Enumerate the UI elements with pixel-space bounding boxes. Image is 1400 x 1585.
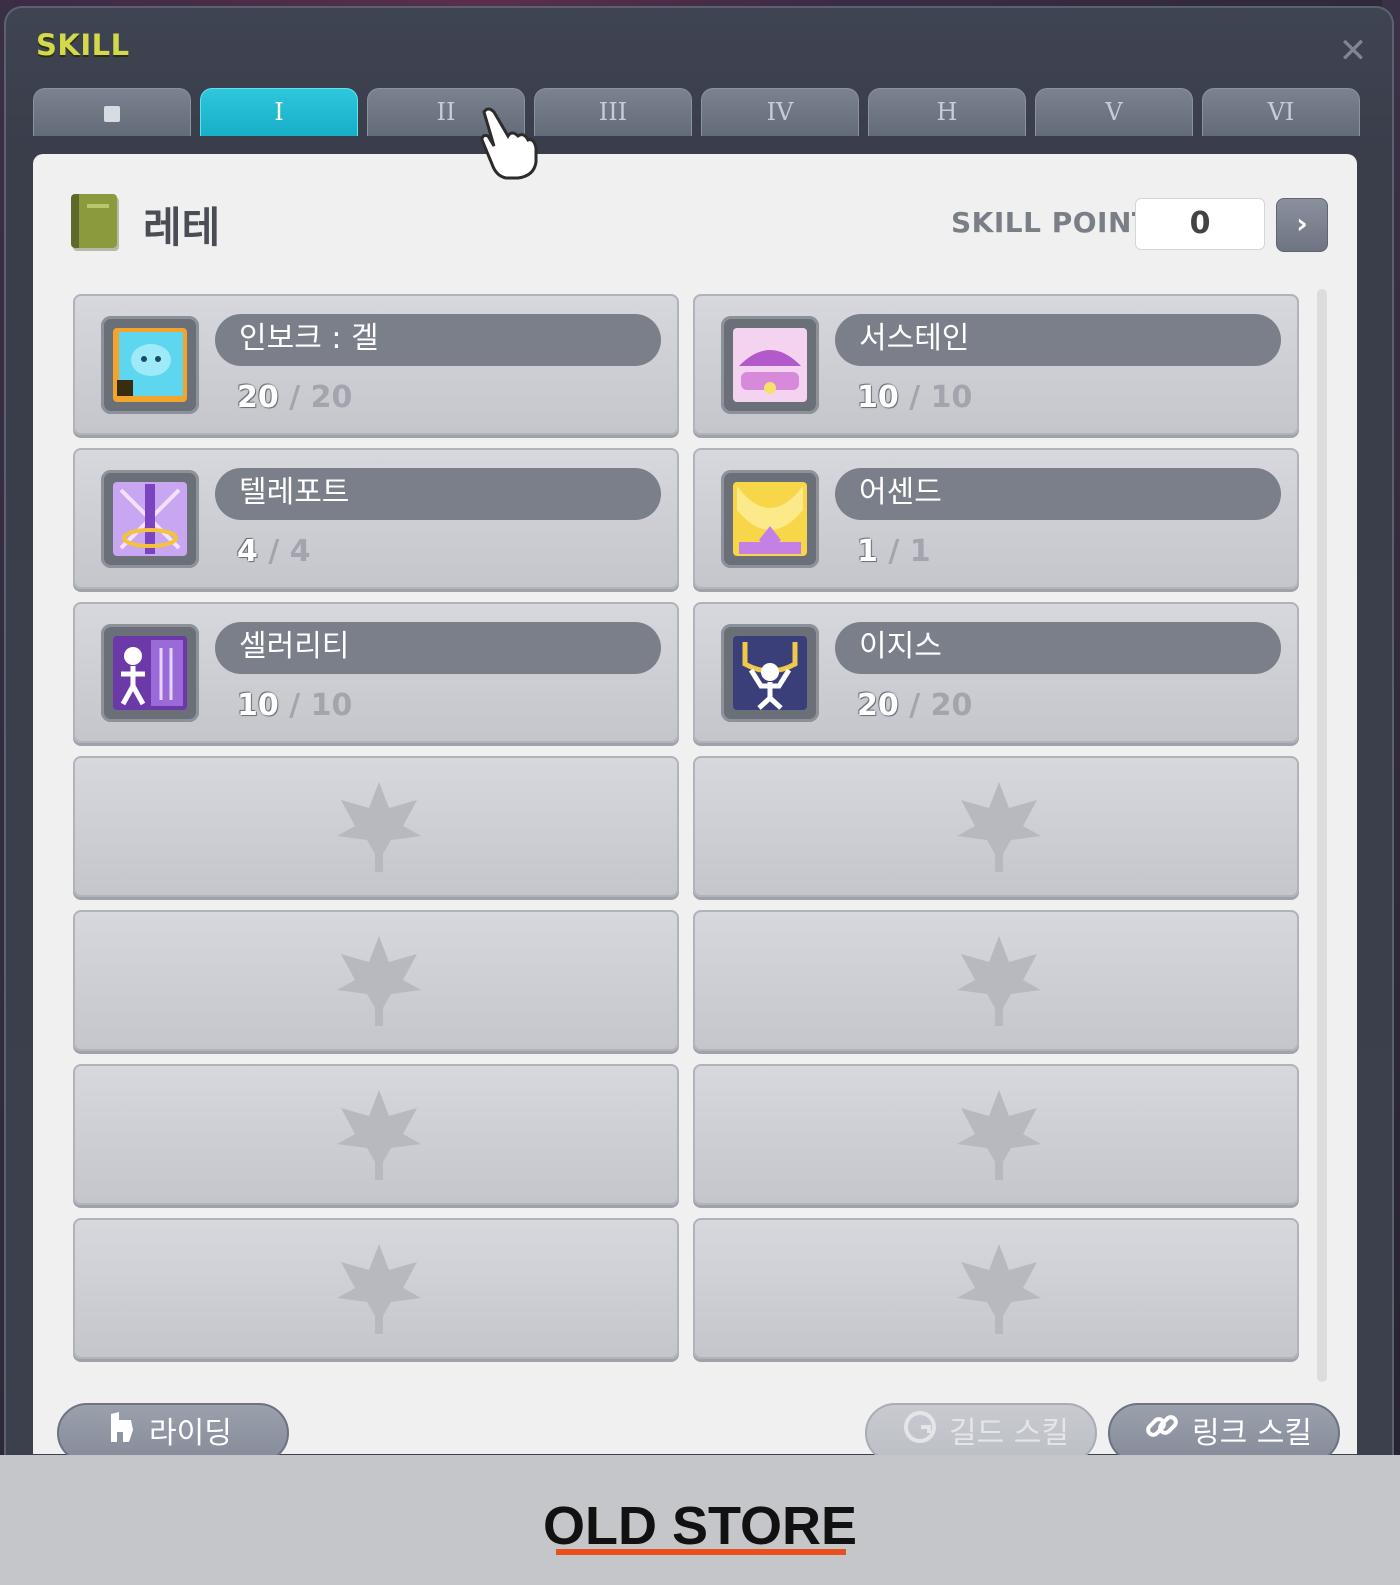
empty-skill-slot — [693, 910, 1299, 1051]
skill-name: 셀러리티 — [215, 622, 661, 674]
empty-skill-slot — [73, 1064, 679, 1205]
store-name: OLD STORE — [542, 1496, 858, 1556]
skill-level: 20 / 20 — [857, 688, 972, 723]
invoke-gel-icon — [101, 316, 199, 414]
skill-level-current: 1 — [857, 534, 878, 569]
tab-1st-job[interactable]: I — [200, 88, 358, 136]
skill-panel: 레테 SKILL POINT 0 › 인보크 : 겔 20 / 20 서스테인 … — [33, 154, 1357, 1463]
link-skill-button[interactable]: 링크 스킬 — [1108, 1403, 1340, 1463]
skill-level-current: 20 — [857, 688, 899, 723]
chevron-right-icon[interactable]: › — [1276, 198, 1328, 252]
skill-slot-celerity[interactable]: 셀러리티 10 / 10 — [73, 602, 679, 743]
empty-skill-slot — [73, 910, 679, 1051]
skill-point-label: SKILL POINT — [951, 206, 1152, 239]
skill-name: 이지스 — [835, 622, 1281, 674]
maple-leaf-icon — [957, 936, 1041, 1026]
pointer-hand-icon — [480, 107, 538, 180]
skill-level-current: 10 — [857, 380, 899, 415]
skill-level-max: / 20 — [289, 380, 353, 415]
skill-level-max: / 1 — [888, 534, 931, 569]
sustain-icon — [721, 316, 819, 414]
scrollbar[interactable] — [1317, 289, 1327, 1382]
skill-point-value: 0 — [1135, 198, 1265, 250]
skill-level-max: / 10 — [909, 380, 973, 415]
skill-level: 20 / 20 — [237, 380, 352, 415]
skill-level-current: 20 — [237, 380, 279, 415]
empty-skill-slot — [73, 1218, 679, 1359]
skill-level-current: 10 — [237, 688, 279, 723]
footer-banner: OLD STORE — [0, 1455, 1400, 1585]
maple-leaf-icon — [337, 1244, 421, 1334]
tab-beginner[interactable] — [33, 88, 191, 136]
maple-leaf-icon — [337, 782, 421, 872]
riding-label: 라이딩 — [149, 1416, 232, 1451]
maple-leaf-icon — [957, 782, 1041, 872]
maple-leaf-icon — [957, 1090, 1041, 1180]
square-icon — [104, 105, 120, 122]
maple-leaf-icon — [957, 1244, 1041, 1334]
skill-name: 어센드 — [835, 468, 1281, 520]
skill-book-icon — [71, 194, 117, 248]
maple-leaf-icon — [337, 1090, 421, 1180]
job-name: 레테 — [143, 203, 221, 252]
empty-skill-slot — [693, 1064, 1299, 1205]
skill-name: 인보크 : 겔 — [215, 314, 661, 366]
tab-4th-job[interactable]: IV — [701, 88, 859, 136]
skill-slot-ascend[interactable]: 어센드 1 / 1 — [693, 448, 1299, 589]
ascend-icon — [721, 470, 819, 568]
window-title: SKILL — [36, 28, 130, 62]
skill-slot-aegis[interactable]: 이지스 20 / 20 — [693, 602, 1299, 743]
tab-6th-job[interactable]: VI — [1202, 88, 1360, 136]
maple-leaf-icon — [337, 936, 421, 1026]
skill-level-current: 4 — [237, 534, 258, 569]
aegis-icon — [721, 624, 819, 722]
skill-level-max: / 4 — [268, 534, 311, 569]
skill-level: 1 / 1 — [857, 534, 931, 569]
teleport-icon — [101, 470, 199, 568]
skill-level: 10 / 10 — [857, 380, 972, 415]
store-name-underline — [556, 1549, 846, 1555]
tab-hyper[interactable]: H — [868, 88, 1026, 136]
link-skill-label: 링크 스킬 — [1192, 1416, 1312, 1451]
close-icon[interactable]: ✕ — [1336, 34, 1370, 68]
skill-name: 서스테인 — [835, 314, 1281, 366]
celerity-icon — [101, 624, 199, 722]
skill-level: 4 / 4 — [237, 534, 311, 569]
skill-slot-teleport[interactable]: 텔레포트 4 / 4 — [73, 448, 679, 589]
guild-skill-label: 길드 스킬 — [949, 1416, 1069, 1451]
skill-slot-sustain[interactable]: 서스테인 10 / 10 — [693, 294, 1299, 435]
skill-level-max: / 10 — [289, 688, 353, 723]
tab-3rd-job[interactable]: III — [534, 88, 692, 136]
empty-skill-slot — [693, 756, 1299, 897]
skill-level-max: / 20 — [909, 688, 973, 723]
riding-button[interactable]: 라이딩 — [57, 1403, 289, 1463]
skill-name: 텔레포트 — [215, 468, 661, 520]
empty-skill-slot — [73, 756, 679, 897]
tab-5th-job[interactable]: V — [1035, 88, 1193, 136]
empty-skill-slot — [693, 1218, 1299, 1359]
skill-window: SKILL ✕ I II III IV H V VI 레테 SKILL POIN… — [4, 6, 1394, 1463]
skill-slot-invoke-gel[interactable]: 인보크 : 겔 20 / 20 — [73, 294, 679, 435]
guild-skill-button[interactable]: 길드 스킬 — [865, 1403, 1097, 1463]
skill-level: 10 / 10 — [237, 688, 352, 723]
